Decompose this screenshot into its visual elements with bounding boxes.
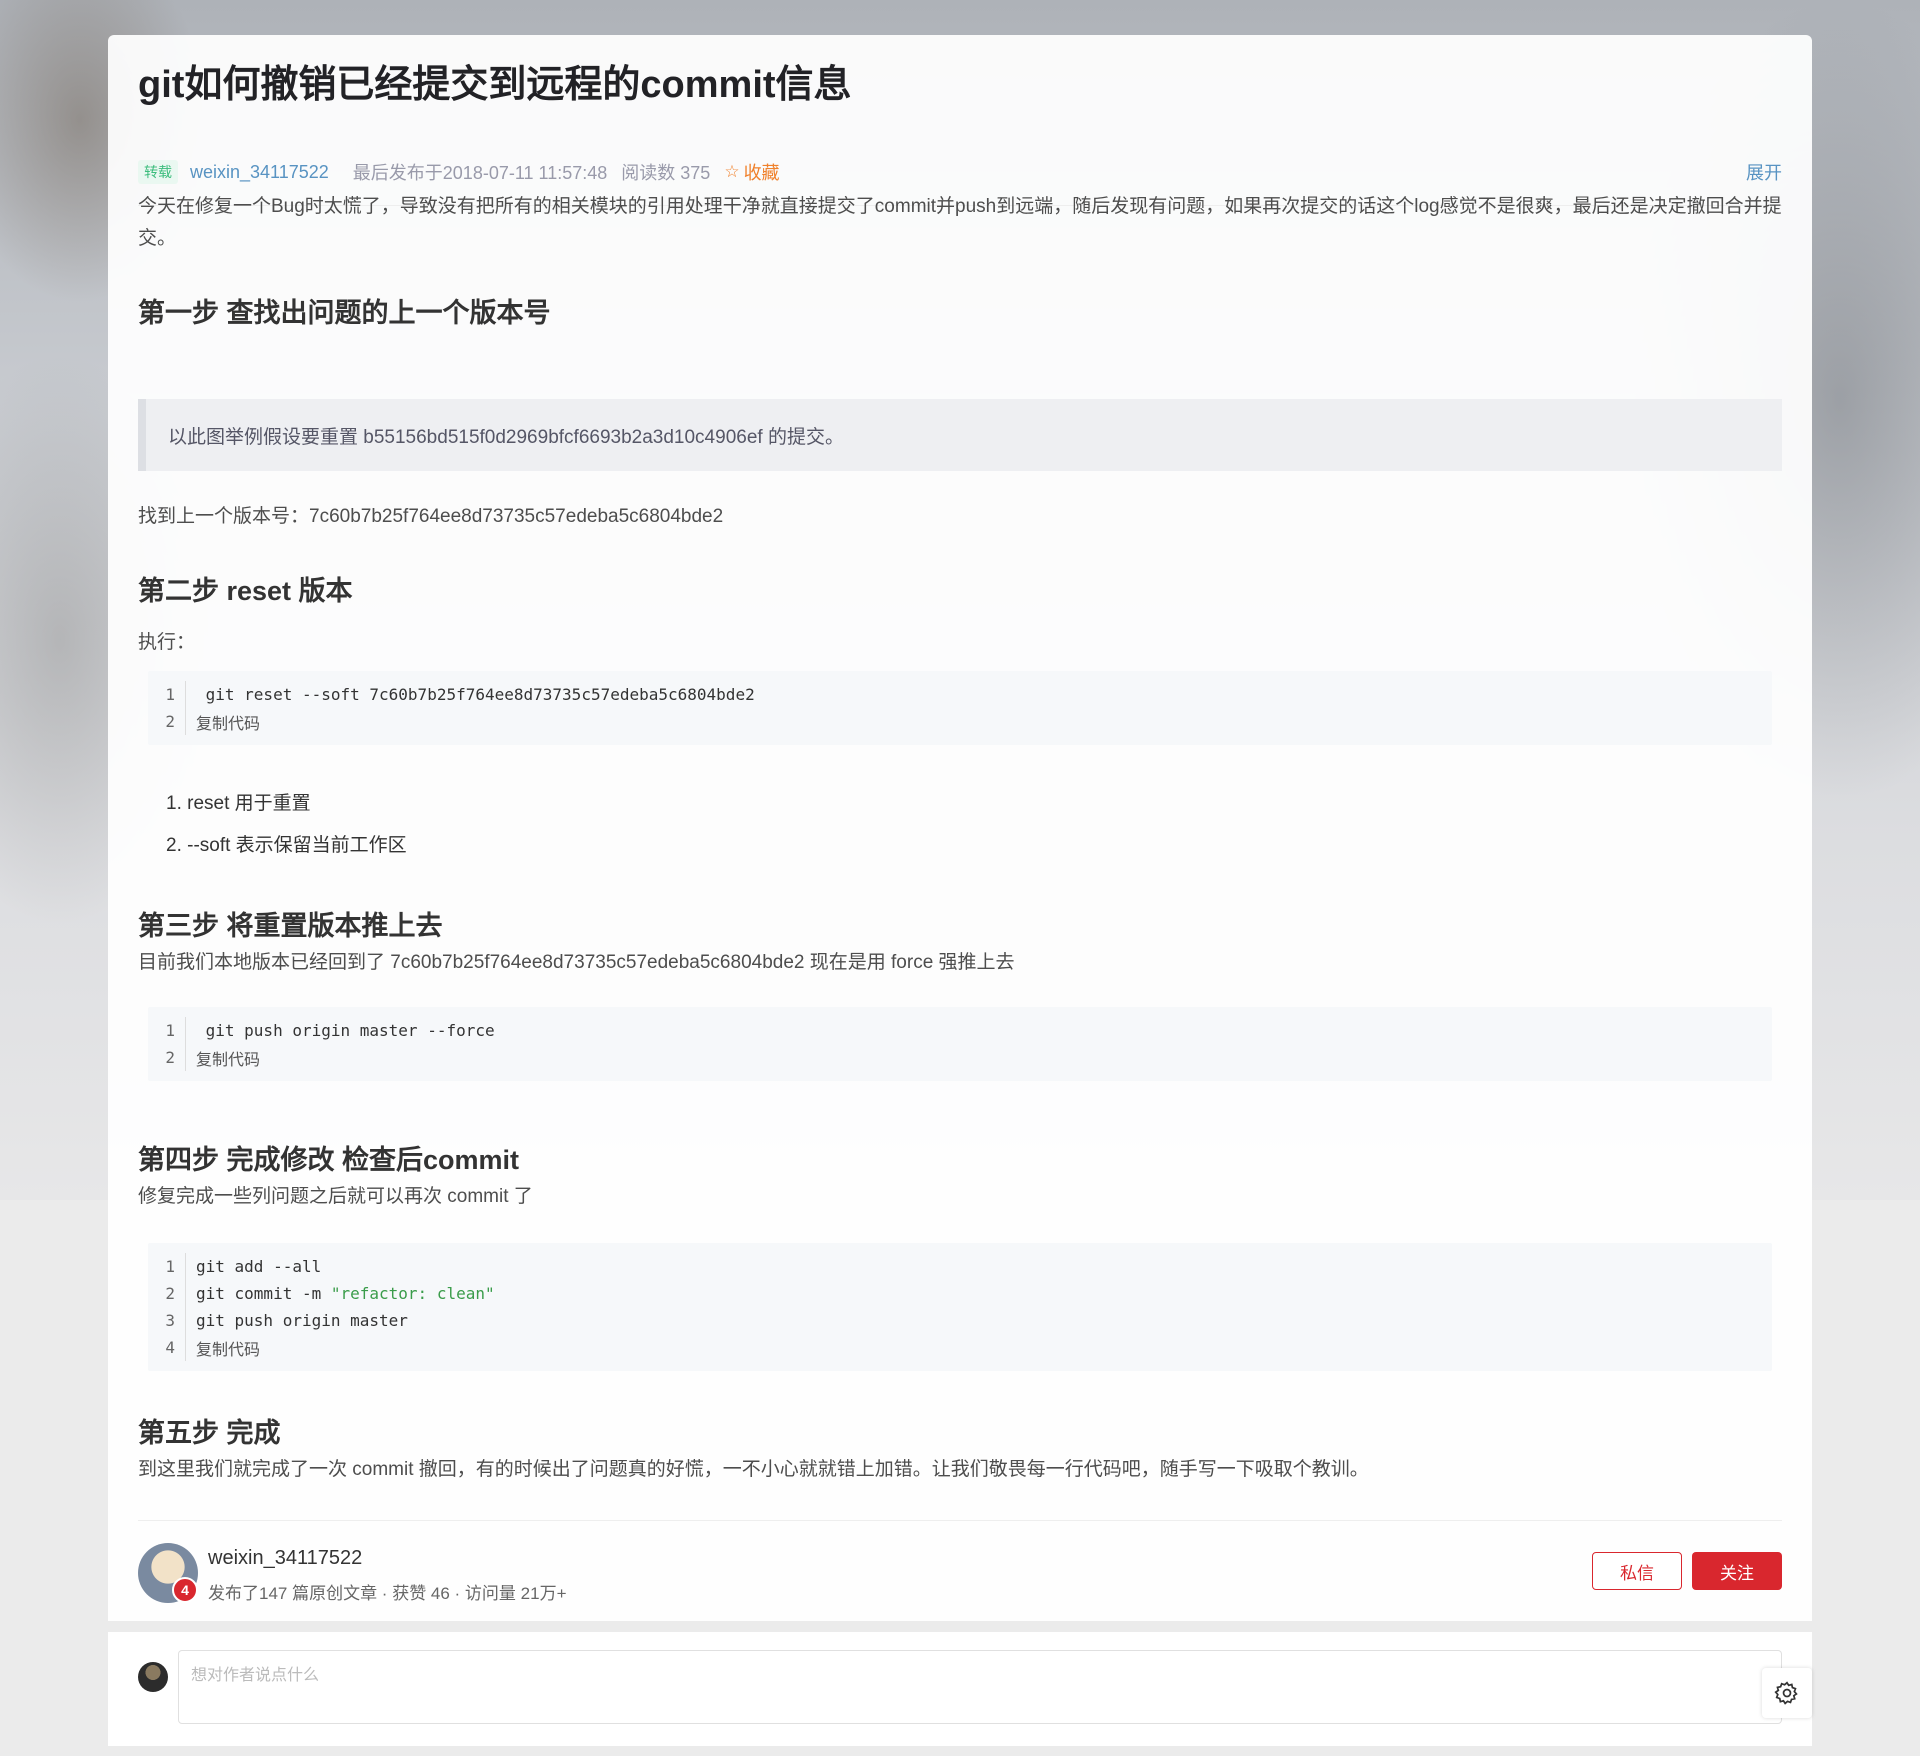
copy-code-button[interactable]: 复制代码 [186,1336,260,1360]
author-stats: 发布了147 篇原创文章 · 获赞 46 · 访问量 21万+ [208,1584,567,1603]
line-number: 2 [148,708,186,735]
blockquote-text: 以此图举例假设要重置 b55156bd515f0d2969bfcf6693b2a… [168,426,844,448]
options-list: 1. reset 用于重置 2. --soft 表示保留当前工作区 [166,783,407,867]
code-text: git add --all [196,1257,322,1276]
favorite-label: 收藏 [743,163,780,183]
code-text: git commit -m "refactor: clean" [186,1284,495,1303]
article-card: git如何撤销已经提交到远程的commit信息 转载 weixin_341175… [108,35,1812,1621]
code-block-reset: 1 git reset --soft 7c60b7b25f764ee8d7373… [148,671,1772,745]
step5-text: 到这里我们就完成了一次 commit 撤回，有的时候出了问题真的好慌，一不小心就… [138,1459,1369,1480]
follow-button[interactable]: 关注 [1692,1552,1782,1590]
user-avatar [138,1662,168,1692]
code-line: 1 git add --all [148,1253,1772,1280]
list-item: 2. --soft 表示保留当前工作区 [166,835,407,856]
code-string: "refactor: clean" [330,1284,495,1303]
line-number: 1 [148,1017,186,1044]
step3-heading: 第三步 将重置版本推上去 [138,911,443,941]
code-text: git push origin master --force [196,1021,495,1040]
comment-card [108,1632,1812,1746]
copy-code-button[interactable]: 复制代码 [186,710,260,734]
code-line: 2 复制代码 [148,1044,1772,1071]
author-name[interactable]: weixin_34117522 [208,1547,362,1570]
author-link[interactable]: weixin_34117522 [190,162,329,183]
code-text: git reset --soft 7c60b7b25f764ee8d73735c… [196,685,755,704]
code-block-push: 1 git push origin master --force 2 复制代码 [148,1007,1772,1081]
comment-input[interactable] [178,1650,1782,1724]
execute-label: 执行： [138,632,196,653]
publish-date: 最后发布于2018-07-11 11:57:48 [352,163,608,183]
line-number: 2 [148,1280,186,1307]
code-text: git push origin master [196,1311,408,1330]
settings-button[interactable] [1762,1668,1812,1718]
step5-heading: 第五步 完成 [138,1418,281,1448]
repost-badge: 转载 [138,160,178,184]
line-number: 2 [148,1044,186,1071]
message-button[interactable]: 私信 [1592,1552,1682,1590]
line-number: 1 [148,1253,186,1280]
code-line: 2 git commit -m "refactor: clean" [148,1280,1772,1307]
code-keyword: git commit -m [196,1284,331,1303]
line-number: 1 [148,681,186,708]
star-icon: ☆ [724,162,740,181]
code-line: 4 复制代码 [148,1334,1772,1361]
blockquote: 以此图举例假设要重置 b55156bd515f0d2969bfcf6693b2a… [138,399,1782,471]
expand-link[interactable]: 展开 [1746,159,1782,185]
step3-text: 目前我们本地版本已经回到了 7c60b7b25f764ee8d73735c57e… [138,952,1015,973]
line-number: 4 [148,1334,186,1361]
prev-version-text: 找到上一个版本号：7c60b7b25f764ee8d73735c57edeba5… [138,506,724,527]
favorite-button[interactable]: ☆ 收藏 [724,159,779,185]
intro-paragraph: 今天在修复一个Bug时太慌了，导致没有把所有的相关模块的引用处理干净就直接提交了… [138,196,1782,249]
step2-heading: 第二步 reset 版本 [138,576,353,606]
step1-heading: 第一步 查找出问题的上一个版本号 [138,298,551,328]
avatar[interactable]: 4 [138,1543,198,1603]
read-count: 阅读数 375 [621,163,711,183]
code-line: 3 git push origin master [148,1307,1772,1334]
code-line: 1 git reset --soft 7c60b7b25f764ee8d7373… [148,681,1772,708]
author-bar: 4 weixin_34117522 发布了147 篇原创文章 · 获赞 46 ·… [138,1520,1782,1621]
code-block-commit: 1 git add --all 2 git commit -m "refacto… [148,1243,1772,1371]
gear-icon [1774,1681,1798,1705]
level-badge: 4 [172,1577,198,1603]
article-title: git如何撤销已经提交到远程的commit信息 [138,64,852,106]
code-line: 1 git push origin master --force [148,1017,1772,1044]
step4-text: 修复完成一些列问题之后就可以再次 commit 了 [138,1186,533,1207]
code-line: 2 复制代码 [148,708,1772,735]
line-number: 3 [148,1307,186,1334]
step4-heading: 第四步 完成修改 检查后commit [138,1145,520,1175]
list-item: 1. reset 用于重置 [166,793,311,814]
copy-code-button[interactable]: 复制代码 [186,1046,260,1070]
